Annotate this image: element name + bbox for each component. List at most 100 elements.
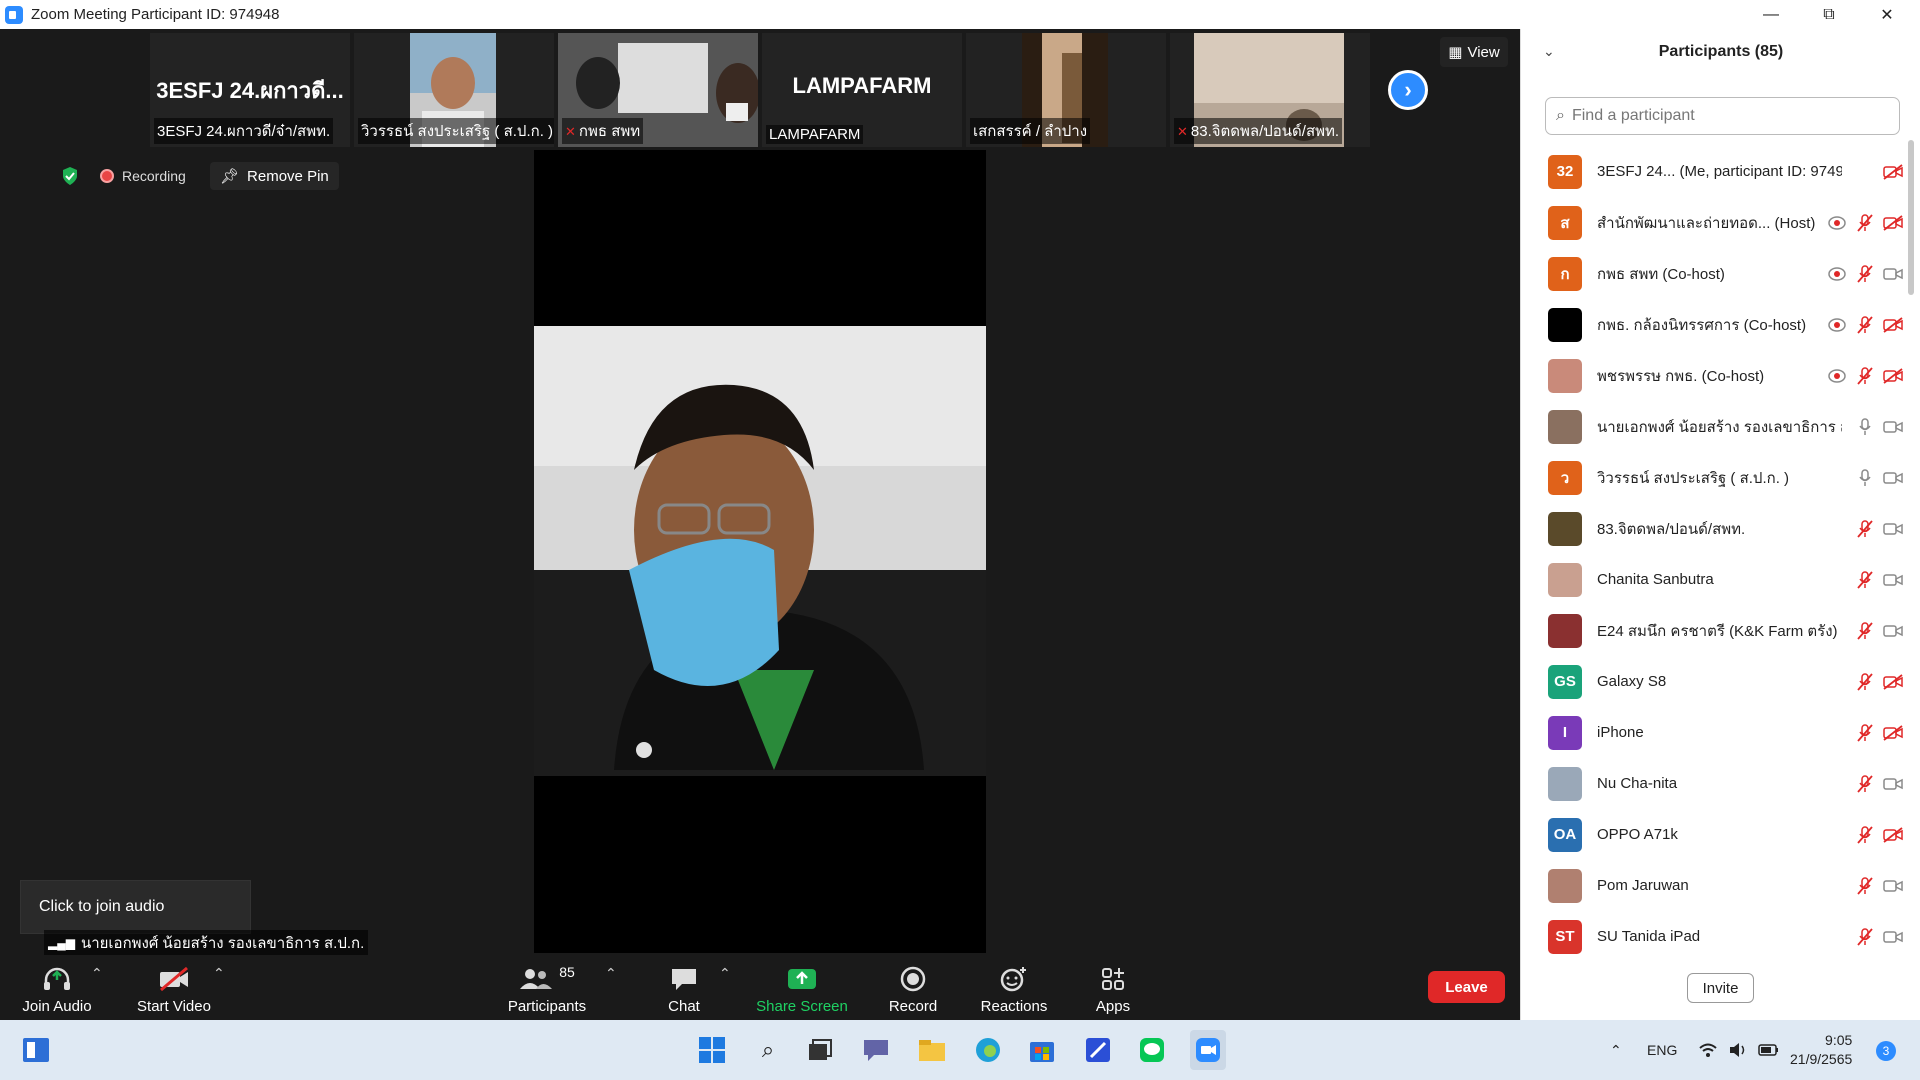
participant-avatar <box>1548 562 1582 597</box>
widgets-icon[interactable] <box>18 1030 54 1070</box>
gallery-tile[interactable]: 3ESFJ 24.ผกาวดี... 3ESFJ 24.ผกาวดี/จ๋า/ส… <box>150 33 350 147</box>
line-app-icon[interactable] <box>1134 1030 1170 1070</box>
mic-muted-icon[interactable] <box>1855 774 1875 794</box>
encryption-shield-icon[interactable] <box>58 162 82 190</box>
invite-button[interactable]: Invite <box>1687 973 1754 1003</box>
microsoft-store-icon[interactable] <box>1024 1030 1060 1070</box>
participant-row[interactable]: ก กพธ สพท (Co-host) <box>1521 248 1911 299</box>
participant-status-icons <box>1855 519 1903 539</box>
participant-avatar: 32 <box>1548 154 1582 189</box>
gallery-tile[interactable]: LAMPAFARM LAMPAFARM <box>762 33 962 147</box>
video-icon <box>1883 570 1903 590</box>
participant-row[interactable]: GS Galaxy S8 <box>1521 656 1911 707</box>
mic-muted-icon[interactable] <box>1855 876 1875 896</box>
pen-app-icon[interactable] <box>1080 1030 1116 1070</box>
start-video-button[interactable]: Start Video <box>132 959 216 1015</box>
participant-row[interactable]: 83.จิตดพล/ปอนด์/สพท. <box>1521 503 1911 554</box>
gallery-tile[interactable]: ✕ กพธ สพท <box>558 33 758 147</box>
notification-badge[interactable]: 3 <box>1876 1041 1896 1061</box>
close-button[interactable]: ✕ <box>1858 0 1916 29</box>
recording-indicator[interactable]: Recording <box>100 162 186 190</box>
mic-muted-icon[interactable] <box>1855 570 1875 590</box>
participant-row[interactable]: นายเอกพงศ์ น้อยสร้าง รองเลขาธิการ ส... <box>1521 401 1911 452</box>
mic-muted-icon[interactable] <box>1855 927 1875 947</box>
language-indicator[interactable]: ENG <box>1647 1020 1677 1080</box>
join-audio-button[interactable]: Join Audio <box>20 959 94 1015</box>
battery-icon[interactable] <box>1758 1020 1780 1080</box>
next-page-button[interactable]: › <box>1388 70 1428 110</box>
participant-row[interactable]: พชรพรรษ กพธ. (Co-host) <box>1521 350 1911 401</box>
apps-button[interactable]: Apps <box>1090 959 1136 1015</box>
restore-button[interactable]: ⧉ <box>1800 0 1858 29</box>
audio-options-chevron-icon[interactable]: ⌃ <box>91 965 103 982</box>
mic-muted-icon[interactable] <box>1855 723 1875 743</box>
participant-row[interactable]: ส สำนักพัฒนาและถ่ายทอด... (Host) <box>1521 197 1911 248</box>
windows-start-icon[interactable] <box>694 1030 730 1070</box>
participant-row[interactable]: กพธ. กล้องนิทรรศการ (Co-host) <box>1521 299 1911 350</box>
participant-status-icons <box>1855 468 1903 488</box>
chat-options-chevron-icon[interactable]: ⌃ <box>719 965 731 982</box>
chat-icon <box>670 964 698 994</box>
taskbar-clock[interactable]: 9:05 21/9/2565 <box>1790 1031 1852 1069</box>
mic-icon[interactable] <box>1855 417 1875 437</box>
participant-status-icons <box>1883 162 1903 182</box>
remove-pin-label: Remove Pin <box>247 167 329 185</box>
mic-muted-icon[interactable] <box>1855 621 1875 641</box>
show-hidden-icons-chevron-icon[interactable]: ⌃ <box>1610 1020 1622 1080</box>
participant-row[interactable]: 32 3ESFJ 24... (Me, participant ID: 97494… <box>1521 146 1911 197</box>
mic-muted-icon[interactable] <box>1855 825 1875 845</box>
participant-avatar <box>1548 613 1582 648</box>
signal-bars-icon: ▂▄▆ <box>48 936 75 950</box>
participant-row[interactable]: Pom Jaruwan <box>1521 860 1911 911</box>
search-icon[interactable]: ⌕ <box>750 1030 786 1070</box>
tile-name-label: 3ESFJ 24.ผกาวดี/จ๋า/สพท. <box>154 118 334 144</box>
participant-row[interactable]: Chanita Sanbutra <box>1521 554 1911 605</box>
leave-button[interactable]: Leave <box>1428 971 1505 1003</box>
remove-pin-button[interactable]: 📌︎ Remove Pin <box>210 162 339 190</box>
video-off-icon <box>157 964 191 994</box>
task-view-icon[interactable] <box>802 1030 838 1070</box>
mic-icon[interactable] <box>1855 468 1875 488</box>
reactions-button[interactable]: Reactions <box>978 959 1050 1015</box>
participant-list-scrollbar[interactable] <box>1908 140 1914 295</box>
window-title: Zoom Meeting Participant ID: 974948 <box>31 6 280 23</box>
mic-muted-icon[interactable] <box>1855 315 1875 335</box>
share-screen-button[interactable]: Share Screen <box>752 959 852 1015</box>
record-button[interactable]: Record <box>883 959 943 1015</box>
zoom-app-icon[interactable] <box>1190 1030 1226 1070</box>
participant-search-input[interactable]: ⌕ Find a participant <box>1545 97 1900 135</box>
gallery-tile[interactable]: เสกสรรค์ / ลำปาง <box>966 33 1166 147</box>
wifi-icon[interactable] <box>1698 1020 1718 1080</box>
pinned-video[interactable] <box>534 150 986 953</box>
teams-chat-icon[interactable] <box>858 1030 894 1070</box>
participant-row[interactable]: E24 สมนึก ครชาตรี (K&K Farm ตรัง) <box>1521 605 1911 656</box>
view-button[interactable]: ▦ View <box>1440 37 1508 67</box>
participant-row[interactable]: IiPhone <box>1521 707 1911 758</box>
pinned-video-feed <box>534 150 986 953</box>
gallery-tile[interactable]: วิวรรธน์ สงประเสริฐ ( ส.ป.ก. ) <box>354 33 554 147</box>
participant-row[interactable]: Nu Cha-nita <box>1521 758 1911 809</box>
mic-muted-icon[interactable] <box>1855 213 1875 233</box>
reactions-icon <box>999 964 1029 994</box>
edge-browser-icon[interactable] <box>970 1030 1006 1070</box>
mic-muted-icon[interactable] <box>1855 264 1875 284</box>
mic-muted-icon[interactable] <box>1855 366 1875 386</box>
participant-avatar: ก <box>1548 256 1582 291</box>
file-explorer-icon[interactable] <box>914 1030 950 1070</box>
chat-button[interactable]: Chat <box>662 959 706 1015</box>
video-icon <box>1883 876 1903 896</box>
join-audio-popup[interactable]: Click to join audio <box>20 880 251 934</box>
participant-row[interactable]: ว วิวรรธน์ สงประเสริฐ ( ส.ป.ก. ) <box>1521 452 1911 503</box>
search-icon: ⌕ <box>1556 107 1565 124</box>
gallery-tile[interactable]: ✕ 83.จิตดพล/ปอนด์/สพท. <box>1170 33 1370 147</box>
participants-options-chevron-icon[interactable]: ⌃ <box>605 965 617 982</box>
minimize-button[interactable]: — <box>1742 0 1800 29</box>
mic-muted-icon[interactable] <box>1855 519 1875 539</box>
participant-name: พชรพรรษ กพธ. (Co-host) <box>1597 367 1765 385</box>
volume-icon[interactable] <box>1728 1020 1748 1080</box>
participant-row[interactable]: OA OPPO A71k <box>1521 809 1911 860</box>
participant-row[interactable]: ST SU Tanida iPad <box>1521 911 1911 962</box>
mic-muted-icon[interactable] <box>1855 672 1875 692</box>
video-options-chevron-icon[interactable]: ⌃ <box>213 965 225 982</box>
participants-button[interactable]: 85 Participants <box>502 959 592 1015</box>
